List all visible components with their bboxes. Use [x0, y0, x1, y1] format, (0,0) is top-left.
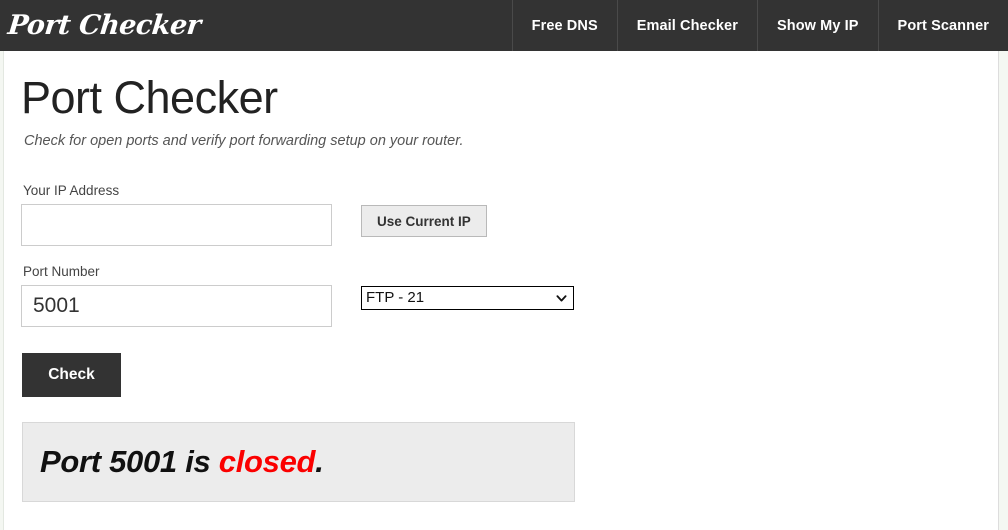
content-inner: Port Checker Check for open ports and ve…	[4, 51, 998, 503]
site-logo[interactable]: Port Checker	[0, 0, 203, 51]
nav-item-label: Port Scanner	[897, 17, 989, 34]
nav-item-port-scanner[interactable]: Port Scanner	[877, 0, 1008, 51]
port-number-label: Port Number	[23, 264, 100, 280]
port-preset-wrapper: FTP - 21	[361, 286, 574, 311]
page-subtitle: Check for open ports and verify port for…	[24, 132, 464, 149]
port-preset-select[interactable]: FTP - 21	[361, 286, 574, 311]
port-number-input[interactable]	[21, 285, 332, 328]
page-title: Port Checker	[21, 72, 278, 123]
top-navbar: Port Checker Free DNS Email Checker Show…	[0, 0, 1008, 51]
page-root: Port Checker Free DNS Email Checker Show…	[0, 0, 1008, 530]
result-prefix: Port 5001 is	[40, 444, 219, 480]
result-suffix: .	[315, 444, 324, 480]
result-message: Port 5001 is closed.	[40, 444, 324, 480]
content-card: Port Checker Check for open ports and ve…	[3, 51, 999, 530]
port-number-row: FTP - 21	[21, 285, 998, 328]
use-current-ip-button[interactable]: Use Current IP	[361, 205, 487, 238]
nav-item-free-dns[interactable]: Free DNS	[511, 0, 617, 51]
nav-item-show-my-ip[interactable]: Show My IP	[756, 0, 878, 51]
nav-item-label: Show My IP	[776, 17, 859, 34]
result-status: closed	[218, 444, 316, 480]
nav-item-email-checker[interactable]: Email Checker	[616, 0, 757, 51]
nav-links: Free DNS Email Checker Show My IP Port S…	[511, 0, 1008, 51]
ip-address-label: Your IP Address	[23, 182, 120, 198]
ip-address-row: Use Current IP	[21, 204, 998, 247]
check-button[interactable]: Check	[22, 353, 121, 398]
ip-address-group: Your IP Address Use Current IP	[21, 182, 998, 247]
port-number-group: Port Number FTP - 21	[21, 264, 998, 328]
nav-item-label: Free DNS	[531, 17, 598, 34]
site-logo-text: Port Checker	[6, 10, 203, 41]
result-box: Port 5001 is closed.	[22, 422, 575, 503]
ip-address-input[interactable]	[21, 204, 332, 247]
nav-item-label: Email Checker	[636, 17, 738, 34]
